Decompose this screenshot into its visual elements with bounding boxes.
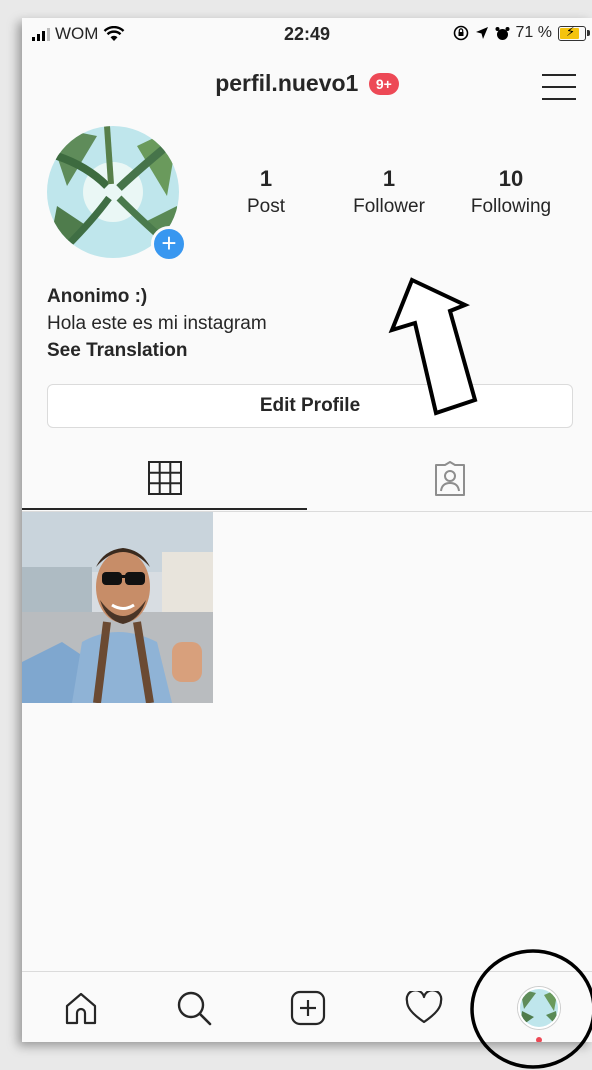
add-post-icon <box>290 990 326 1026</box>
annotation-arrow <box>388 277 478 416</box>
status-right: 71 % ⚡ <box>453 24 590 42</box>
profile-avatar-container[interactable]: + <box>47 126 187 262</box>
nav-search[interactable] <box>172 986 216 1030</box>
alarm-icon <box>495 26 510 40</box>
bio-text: Hola este es mi instagram <box>47 313 267 334</box>
following-stat[interactable]: 10 Following <box>451 166 571 218</box>
annotation-circle <box>470 949 592 1069</box>
hamburger-menu-icon[interactable] <box>542 74 576 100</box>
nav-home[interactable] <box>59 986 103 1030</box>
username: perfil.nuevo1 <box>215 70 359 96</box>
location-icon <box>475 27 488 39</box>
posts-count: 1 <box>259 166 273 191</box>
profile-tabs <box>22 448 592 512</box>
posts-stat[interactable]: 1 Post <box>206 166 326 218</box>
profile-bio: Anonimo :) Hola este es mi instagram See… <box>47 283 267 364</box>
profile-header: perfil.nuevo1 9+ <box>22 58 592 108</box>
following-count: 10 <box>498 166 524 191</box>
nav-activity[interactable] <box>402 986 446 1030</box>
home-icon <box>65 992 97 1025</box>
phone-screen: WOM 22:49 71 % ⚡ perfil.nuevo1 9+ + 1 Po… <box>22 18 592 1042</box>
edit-profile-button[interactable]: Edit Profile <box>47 384 573 428</box>
selfie-photo <box>22 512 213 703</box>
followers-count: 1 <box>382 166 396 191</box>
see-translation-link[interactable]: See Translation <box>47 337 267 364</box>
followers-stat[interactable]: 1 Follower <box>329 166 449 218</box>
status-bar: WOM 22:49 71 % ⚡ <box>22 18 592 52</box>
notification-badge: 9+ <box>368 72 399 95</box>
following-label: Following <box>470 196 552 217</box>
heart-icon <box>405 991 443 1024</box>
tagged-icon <box>434 461 465 496</box>
grid-icon <box>147 461 182 495</box>
battery-icon: ⚡ <box>558 24 590 41</box>
tab-grid[interactable] <box>22 448 307 510</box>
tab-tagged[interactable] <box>307 448 592 510</box>
username-switcher[interactable]: perfil.nuevo1 9+ <box>22 70 592 97</box>
rotation-lock-icon <box>453 25 468 41</box>
search-icon <box>177 991 212 1026</box>
posts-label: Post <box>246 196 286 217</box>
nav-new-post[interactable] <box>286 986 330 1030</box>
post-thumbnail[interactable] <box>22 512 213 703</box>
followers-label: Follower <box>353 196 425 217</box>
add-story-icon[interactable]: + <box>151 226 187 262</box>
display-name: Anonimo :) <box>47 286 148 307</box>
battery-percent: 71 % <box>515 24 552 41</box>
